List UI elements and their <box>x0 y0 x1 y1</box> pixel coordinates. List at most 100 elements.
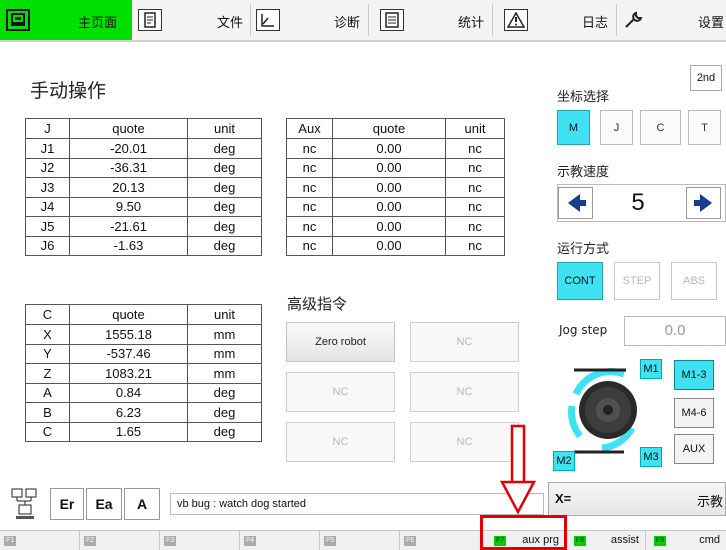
m2-label: M2 <box>553 451 575 471</box>
joint-name: J3 <box>25 177 70 198</box>
cart-header-c: C <box>25 304 70 325</box>
second-function-button[interactable]: 2nd <box>690 65 722 91</box>
run-mode-title: 运行方式 <box>557 242 610 257</box>
joint-unit: deg <box>187 196 262 217</box>
axis-unit: mm <box>187 363 262 384</box>
f3-key[interactable]: F3 <box>160 531 240 550</box>
tab-stats-label: 统计 <box>458 16 485 31</box>
m1-3-button[interactable]: M1-3 <box>674 360 714 390</box>
aux-value: 0.00 <box>332 157 446 178</box>
ea-button[interactable]: Ea <box>86 488 122 520</box>
tab-log-label: 日志 <box>582 16 609 31</box>
table-row: nc 0.00 nc <box>286 138 505 159</box>
cartesian-table: C quote unit X 1555.18 mm Y -537.46 mm Z 1083… <box>25 304 262 442</box>
mode-cont-button[interactable]: CONT <box>557 262 603 300</box>
f5-key[interactable]: F5 <box>320 531 400 550</box>
table-row: Y -537.46 mm <box>25 343 262 364</box>
table-row: Z 1083.21 mm <box>25 363 262 384</box>
mode-abs-button[interactable]: ABS <box>671 262 717 300</box>
f1-key[interactable]: F1 <box>0 531 80 550</box>
aux-unit: nc <box>445 216 505 237</box>
aux-name: nc <box>286 196 333 217</box>
f2-key[interactable]: F2 <box>80 531 160 550</box>
table-row: J2 -36.31 deg <box>25 157 262 178</box>
table-row: C 1.65 deg <box>25 421 262 442</box>
advanced-commands-title: 高级指令 <box>287 295 348 313</box>
table-row: nc 0.00 nc <box>286 177 505 198</box>
table-row: nc 0.00 nc <box>286 216 505 237</box>
coord-m-button[interactable]: M <box>557 110 590 145</box>
table-row: J1 -20.01 deg <box>25 138 262 159</box>
er-button[interactable]: Er <box>50 488 84 520</box>
joint-name: J1 <box>25 138 70 159</box>
red-highlight-box <box>480 515 567 550</box>
f8-key[interactable]: F8 assist <box>566 531 646 550</box>
f9-key[interactable]: F9 cmd <box>646 531 726 550</box>
aux-button[interactable]: AUX <box>674 434 714 464</box>
nav-divider <box>492 4 493 36</box>
jog-step-label: Jog step <box>559 323 608 337</box>
axis-unit: deg <box>187 382 262 403</box>
coord-j-button[interactable]: J <box>600 110 633 145</box>
message-field: vb bug : watch dog started <box>170 493 544 515</box>
axis-value: 1.65 <box>69 421 188 442</box>
axis-value: -537.46 <box>69 343 188 364</box>
joint-unit: deg <box>187 138 262 159</box>
coord-c-button[interactable]: C <box>640 110 681 145</box>
f1-tag: F1 <box>4 536 17 546</box>
m4-6-button[interactable]: M4-6 <box>674 398 714 428</box>
joint-unit: deg <box>187 216 262 237</box>
table-row: J4 9.50 deg <box>25 196 262 217</box>
aux-unit: nc <box>445 196 505 217</box>
joint-unit: deg <box>187 235 262 256</box>
joint-value: -36.31 <box>69 157 188 178</box>
nc-button[interactable]: NC <box>286 422 395 462</box>
m3-label: M3 <box>640 447 662 467</box>
f2-tag: F2 <box>84 536 97 546</box>
a-button[interactable]: A <box>124 488 160 520</box>
table-row: nc 0.00 nc <box>286 196 505 217</box>
nc-button[interactable]: NC <box>286 372 395 412</box>
axis-value: 0.84 <box>69 382 188 403</box>
coord-t-button[interactable]: T <box>688 110 721 145</box>
speed-decrease-button[interactable] <box>558 187 593 219</box>
aux-value: 0.00 <box>332 196 446 217</box>
aux-unit: nc <box>445 157 505 178</box>
nc-button[interactable]: NC <box>410 372 519 412</box>
zero-robot-button[interactable]: Zero robot <box>286 322 395 362</box>
aux-name: nc <box>286 177 333 198</box>
x-label: X= <box>555 491 572 506</box>
axis-name: X <box>25 324 70 345</box>
axis-name: Z <box>25 363 70 384</box>
jog-step-field[interactable]: 0.0 <box>624 316 726 346</box>
table-row: A 0.84 deg <box>25 382 262 403</box>
nav-divider <box>368 4 369 36</box>
joint-header-j: J <box>25 118 70 139</box>
mode-step-button[interactable]: STEP <box>614 262 660 300</box>
aux-unit: nc <box>445 235 505 256</box>
warning-icon <box>504 9 528 31</box>
aux-name: nc <box>286 216 333 237</box>
f4-key[interactable]: F4 <box>240 531 320 550</box>
nc-button[interactable]: NC <box>410 322 519 362</box>
axis-value: 6.23 <box>69 402 188 423</box>
aux-header-aux: Aux <box>286 118 333 139</box>
table-row: nc 0.00 nc <box>286 235 505 256</box>
f6-key[interactable]: F6 <box>400 531 482 550</box>
tab-home[interactable]: 主页面 <box>0 0 132 40</box>
tab-home-label: 主页面 <box>78 16 118 31</box>
tab-file[interactable]: 文件 <box>132 0 250 40</box>
tab-stats[interactable]: 统计 <box>374 0 492 40</box>
aux-header-unit: unit <box>445 118 505 139</box>
tab-diagnose[interactable]: 诊断 <box>250 0 368 40</box>
page-title: 手动操作 <box>30 80 107 102</box>
joint-header-unit: unit <box>187 118 262 139</box>
tab-settings[interactable]: 设置 <box>616 0 726 40</box>
f3-tag: F3 <box>164 536 177 546</box>
arrow-left-icon <box>564 193 587 213</box>
teach-speed-title: 示教速度 <box>557 165 610 180</box>
tab-log[interactable]: 日志 <box>498 0 616 40</box>
axis-value: 1555.18 <box>69 324 188 345</box>
axis-unit: mm <box>187 343 262 364</box>
speed-increase-button[interactable] <box>686 187 721 219</box>
